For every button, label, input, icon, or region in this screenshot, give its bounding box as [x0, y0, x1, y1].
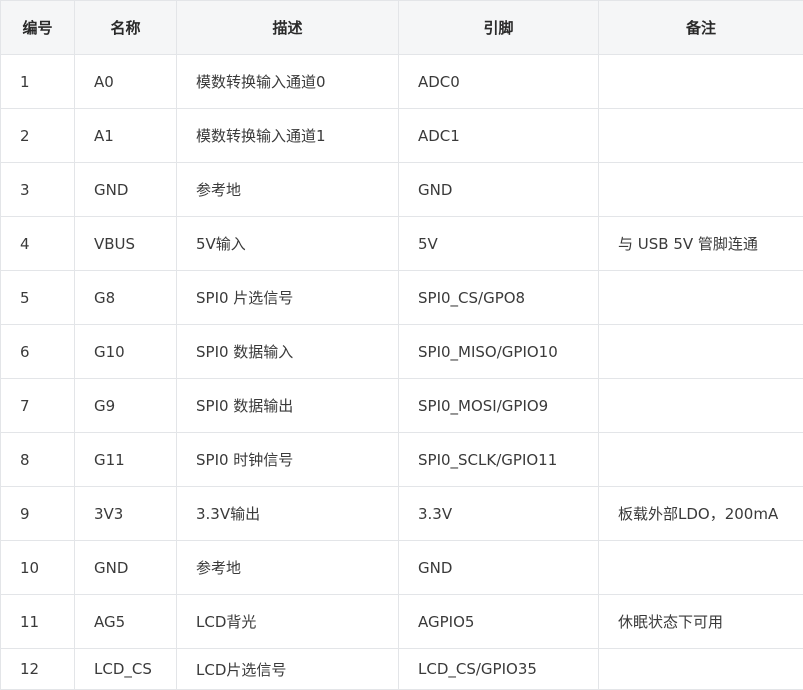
table-row: 11 AG5 LCD背光 AGPIO5 休眠状态下可用	[1, 595, 803, 649]
header-cell-note: 备注	[599, 1, 803, 55]
cell-note	[599, 55, 803, 109]
table-row: 5 G8 SPI0 片选信号 SPI0_CS/GPO8	[1, 271, 803, 325]
cell-description: 参考地	[177, 163, 399, 217]
cell-description: 参考地	[177, 541, 399, 595]
table-row: 10 GND 参考地 GND	[1, 541, 803, 595]
cell-name: 3V3	[75, 487, 177, 541]
header-cell-description: 描述	[177, 1, 399, 55]
cell-note	[599, 109, 803, 163]
cell-name: G11	[75, 433, 177, 487]
cell-description: LCD背光	[177, 595, 399, 649]
cell-description: 模数转换输入通道0	[177, 55, 399, 109]
cell-pin: GND	[399, 541, 599, 595]
cell-note: 与 USB 5V 管脚连通	[599, 217, 803, 271]
table-row: 1 A0 模数转换输入通道0 ADC0	[1, 55, 803, 109]
cell-pin: 5V	[399, 217, 599, 271]
cell-note	[599, 541, 803, 595]
table-header: 编号 名称 描述 引脚 备注	[1, 1, 803, 55]
cell-pin: AGPIO5	[399, 595, 599, 649]
table-row: 12 LCD_CS LCD片选信号 LCD_CS/GPIO35	[1, 649, 803, 690]
cell-name: G8	[75, 271, 177, 325]
cell-number: 6	[1, 325, 75, 379]
cell-note: 休眠状态下可用	[599, 595, 803, 649]
cell-note	[599, 325, 803, 379]
cell-description: SPI0 数据输出	[177, 379, 399, 433]
cell-number: 2	[1, 109, 75, 163]
cell-name: GND	[75, 541, 177, 595]
table-row: 9 3V3 3.3V输出 3.3V 板载外部LDO，200mA	[1, 487, 803, 541]
cell-pin: 3.3V	[399, 487, 599, 541]
cell-pin: SPI0_CS/GPO8	[399, 271, 599, 325]
cell-description: LCD片选信号	[177, 649, 399, 690]
cell-number: 5	[1, 271, 75, 325]
cell-name: G9	[75, 379, 177, 433]
header-cell-pin: 引脚	[399, 1, 599, 55]
table-row: 6 G10 SPI0 数据输入 SPI0_MISO/GPIO10	[1, 325, 803, 379]
cell-number: 12	[1, 649, 75, 690]
cell-number: 10	[1, 541, 75, 595]
table-row: 7 G9 SPI0 数据输出 SPI0_MOSI/GPIO9	[1, 379, 803, 433]
cell-name: A0	[75, 55, 177, 109]
cell-pin: SPI0_SCLK/GPIO11	[399, 433, 599, 487]
cell-note	[599, 163, 803, 217]
table-row: 4 VBUS 5V输入 5V 与 USB 5V 管脚连通	[1, 217, 803, 271]
cell-number: 3	[1, 163, 75, 217]
cell-description: SPI0 片选信号	[177, 271, 399, 325]
table-body: 1 A0 模数转换输入通道0 ADC0 2 A1 模数转换输入通道1 ADC1 …	[1, 55, 803, 690]
cell-pin: LCD_CS/GPIO35	[399, 649, 599, 690]
table-row: 8 G11 SPI0 时钟信号 SPI0_SCLK/GPIO11	[1, 433, 803, 487]
table-row: 3 GND 参考地 GND	[1, 163, 803, 217]
cell-name: AG5	[75, 595, 177, 649]
cell-number: 1	[1, 55, 75, 109]
cell-name: A1	[75, 109, 177, 163]
cell-name: GND	[75, 163, 177, 217]
cell-number: 8	[1, 433, 75, 487]
cell-pin: GND	[399, 163, 599, 217]
cell-description: SPI0 数据输入	[177, 325, 399, 379]
cell-note: 板载外部LDO，200mA	[599, 487, 803, 541]
cell-pin: ADC0	[399, 55, 599, 109]
cell-pin: SPI0_MOSI/GPIO9	[399, 379, 599, 433]
pin-table: 编号 名称 描述 引脚 备注 1 A0 模数转换输入通道0 ADC0 2 A1 …	[0, 0, 803, 690]
cell-description: 3.3V输出	[177, 487, 399, 541]
cell-note	[599, 271, 803, 325]
cell-name: VBUS	[75, 217, 177, 271]
table-row: 2 A1 模数转换输入通道1 ADC1	[1, 109, 803, 163]
cell-number: 11	[1, 595, 75, 649]
cell-name: G10	[75, 325, 177, 379]
header-cell-name: 名称	[75, 1, 177, 55]
cell-number: 4	[1, 217, 75, 271]
cell-number: 7	[1, 379, 75, 433]
cell-pin: ADC1	[399, 109, 599, 163]
cell-description: SPI0 时钟信号	[177, 433, 399, 487]
cell-pin: SPI0_MISO/GPIO10	[399, 325, 599, 379]
cell-description: 5V输入	[177, 217, 399, 271]
header-cell-number: 编号	[1, 1, 75, 55]
cell-name: LCD_CS	[75, 649, 177, 690]
cell-description: 模数转换输入通道1	[177, 109, 399, 163]
cell-note	[599, 433, 803, 487]
cell-number: 9	[1, 487, 75, 541]
cell-note	[599, 649, 803, 690]
header-row: 编号 名称 描述 引脚 备注	[1, 1, 803, 55]
cell-note	[599, 379, 803, 433]
